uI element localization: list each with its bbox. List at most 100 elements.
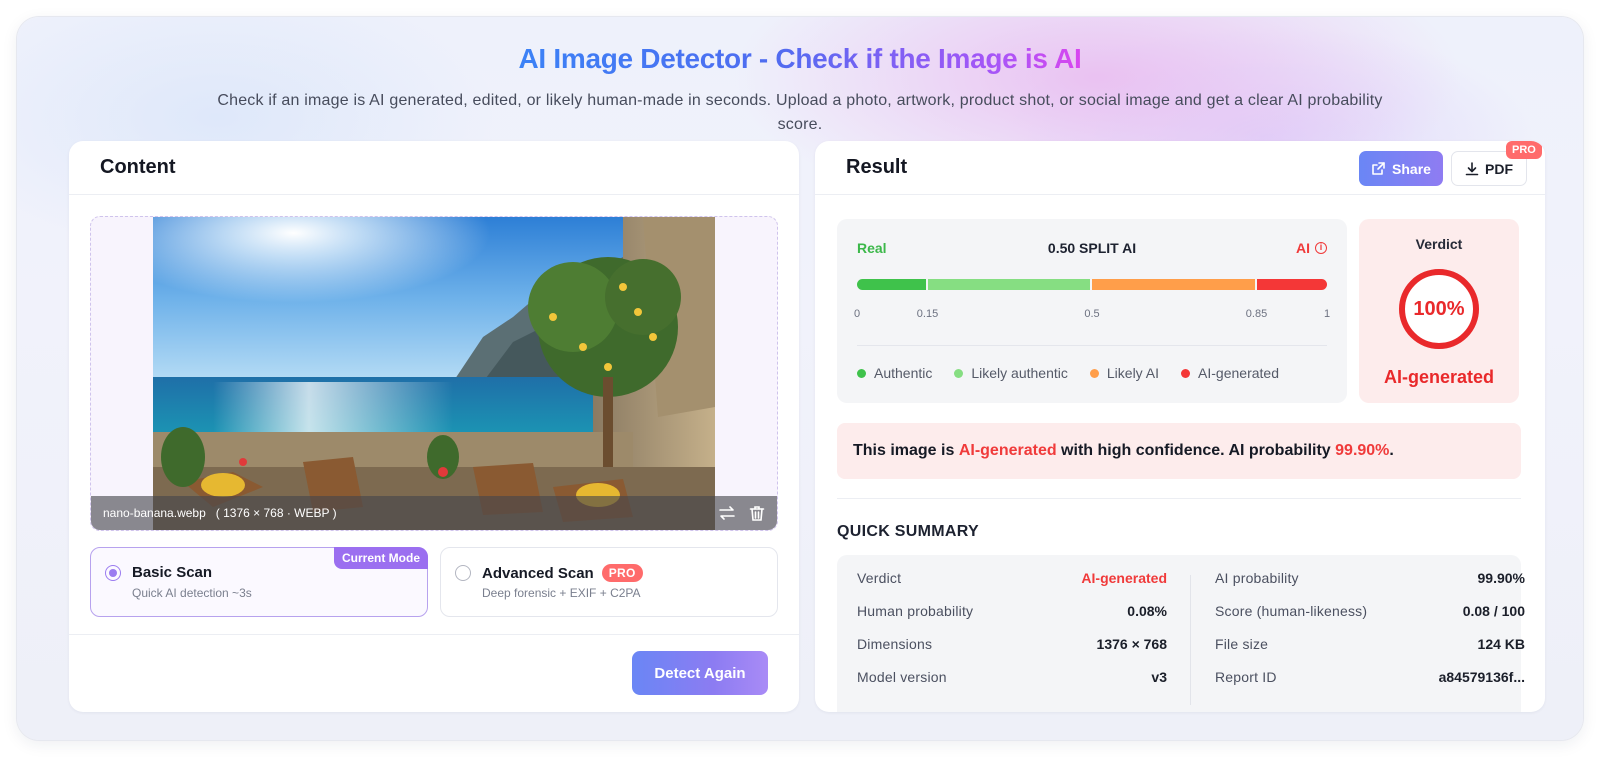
current-mode-badge: Current Mode [334,547,428,569]
uploaded-image [153,217,715,530]
score-ticks: 0 0.15 0.5 0.85 1 [853,308,1331,322]
ai-score-scale: 0.50 SPLIT AI Real AI i 0 0.15 0.5 0.85 1 Au… [837,219,1347,403]
divider [1190,575,1191,705]
basic-scan-radio[interactable] [105,565,121,581]
confidence-middle: with high confidence. AI probability [1056,442,1336,459]
summary-row: File size 124 KB [1215,627,1525,660]
content-card: Content nano-banana.webp (1376 × 768 · … [69,141,799,712]
summary-key: Verdict [857,569,902,586]
summary-column-right: AI probability 99.90% Score (human-likene… [1215,561,1525,693]
score-bar [857,279,1327,290]
legend-label: Likely AI [1106,365,1160,381]
confidence-suffix: . [1389,442,1394,459]
summary-column-left: Verdict AI-generated Human probability 0.0… [857,561,1167,693]
divider [69,634,799,635]
result-card: Result Share PDF PRO 0.50 SPLIT AI Real … [815,141,1545,712]
score-tick-label: 1 [1323,308,1331,320]
confidence-prefix: This image is [853,442,959,459]
summary-value: 0.08% [1127,602,1167,619]
summary-value: v3 [1151,668,1167,685]
legend-label: AI-generated [1198,365,1279,381]
score-tick-label: 0 [853,308,861,320]
trash-icon[interactable] [747,502,767,524]
score-bar-segment [927,279,1092,290]
advanced-scan-title: Advanced Scan [482,564,594,582]
score-legend: Authentic Likely authentic Likely AI AI-gen… [857,365,1279,381]
summary-row: Human probability 0.08% [857,594,1167,627]
legend-label: Authentic [874,365,933,381]
legend-dot-icon [857,368,866,378]
summary-row: Verdict AI-generated [857,561,1167,594]
legend-dot-icon [954,368,964,378]
legend-label: Likely authentic [971,365,1068,381]
summary-value: a84579136f... [1438,668,1525,685]
confidence-verdict: AI-generated [958,442,1057,459]
legend-item: Authentic [857,365,932,381]
summary-row: Model version v3 [857,660,1167,693]
image-info-bar: nano-banana.webp ( 1376 × 768 · WEBP ) [91,496,777,530]
summary-key: Dimensions [857,635,933,652]
legend-dot-icon [1089,368,1099,378]
score-bar-segment [1092,279,1257,290]
summary-key: Model version [857,668,947,685]
summary-row: Dimensions 1376 × 768 [857,627,1167,660]
swap-icon[interactable] [717,502,737,524]
score-bar-segment [1256,279,1327,290]
basic-scan-title: Basic Scan [132,564,213,581]
summary-key: File size [1215,635,1269,652]
summary-value: 0.08 / 100 [1462,602,1525,619]
summary-key: Score (human-likeness) [1215,602,1368,619]
page-subtitle: Check if an image is AI generated, edite… [217,92,1383,133]
quick-summary: Verdict AI-generated Human probability 0.0… [837,555,1525,712]
divider [857,345,1327,346]
detect-again-button[interactable]: Detect Again [632,651,768,695]
page-title: AI Image Detector - Check if the Image i… [518,43,1082,74]
legend-item: AI-generated [1181,365,1279,381]
share-button[interactable]: Share [1359,151,1443,186]
basic-scan-option[interactable]: Basic Scan Quick AI detection ~3s Curren… [90,547,428,617]
summary-key: Report ID [1215,668,1277,685]
scale-ai-label: AI i [1296,240,1327,256]
score-tick-label: 0.85 [1245,308,1268,320]
advanced-scan-option[interactable]: Advanced Scan PRO Deep forensic + EXIF +… [440,547,778,617]
pdf-pro-badge: PRO [1506,141,1542,159]
legend-dot-icon [1181,368,1191,378]
download-icon [1465,161,1479,175]
verdict-text: AI-generated [1383,367,1495,387]
advanced-scan-radio[interactable] [455,565,471,581]
legend-item: Likely AI [1089,365,1160,381]
legend-item: Likely authentic [954,365,1068,381]
quick-summary-title: QUICK SUMMARY [837,523,979,540]
score-bar-segment [857,279,928,290]
verdict-ring: 100% [1397,267,1481,351]
summary-value: 1376 × 768 [1096,635,1167,652]
verdict-label: Verdict [1415,236,1463,252]
share-label: Share [1392,160,1431,177]
score-tick-label: 0.15 [916,308,939,320]
share-icon [1372,162,1385,175]
divider [837,498,1521,499]
verdict-box: Verdict 100% AI-generated [1359,219,1519,403]
scale-center-label: 0.50 SPLIT AI [1047,240,1137,256]
pdf-label: PDF [1485,160,1513,177]
confidence-banner: This image is AI-generated with high con… [837,423,1521,479]
advanced-scan-description: Deep forensic + EXIF + C2PA [482,586,641,600]
image-dimensions: ( 1376 × 768 · WEBP ) [215,506,337,520]
image-filename: nano-banana.webp [103,506,206,520]
summary-value: 99.90% [1477,569,1525,586]
app-frame: AI Image Detector - Check if the Image i… [17,17,1583,740]
confidence-probability: 99.90% [1335,442,1390,459]
score-tick-label: 0.5 [1084,308,1100,320]
summary-value: 124 KB [1477,635,1525,652]
verdict-percent: 100% [1413,297,1465,320]
scale-ai-text: AI [1296,240,1310,256]
info-icon[interactable]: i [1315,242,1327,254]
summary-row: Report ID a84579136f... [1215,660,1525,693]
summary-key: AI probability [1215,569,1299,586]
image-dropzone[interactable]: nano-banana.webp ( 1376 × 768 · WEBP ) [90,216,778,531]
pro-badge: PRO [601,564,643,582]
scale-real-label: Real [857,240,887,256]
summary-key: Human probability [857,602,974,619]
summary-value: AI-generated [1081,569,1167,586]
content-title: Content [69,141,799,195]
